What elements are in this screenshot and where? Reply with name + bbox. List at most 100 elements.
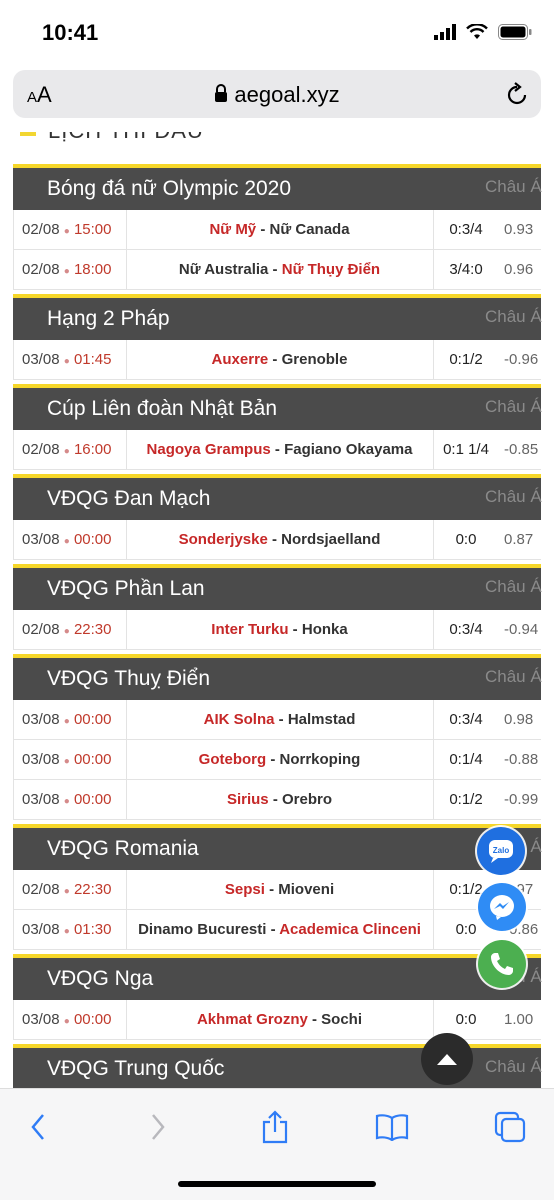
handicap: 0:1/4: [449, 751, 483, 768]
match-row[interactable]: 03/08 ● 01:45 Auxerre - Grenoble 0:1/2 -0.9…: [13, 340, 541, 380]
phone-button[interactable]: [478, 940, 526, 988]
match-date: 02/08: [22, 441, 60, 458]
address-bar[interactable]: AA aegoal.xyz: [13, 70, 541, 118]
league-region-label: Châu Á: [485, 577, 542, 596]
messenger-button[interactable]: [478, 883, 526, 931]
chevron-right-icon: [152, 1114, 165, 1140]
team-separator: -: [266, 751, 280, 768]
league-block: VĐQG RomaniaChâu Á 02/08 ● 22:30 Sepsi - M…: [13, 824, 542, 950]
match-teams[interactable]: Akhmat Grozny - Sochi: [126, 1011, 433, 1028]
column-divider: [433, 740, 434, 780]
match-teams[interactable]: Sirius - Orebro: [126, 791, 433, 808]
handicap: 0:1 1/4: [443, 441, 489, 458]
match-datetime: 02/08 ● 15:00: [22, 221, 111, 238]
match-teams[interactable]: Dinamo Bucuresti - Academica Clinceni: [126, 921, 433, 938]
match-row[interactable]: 03/08 ● 00:00 Goteborg - Norrkoping 0:1/4 -…: [13, 740, 541, 780]
handicap: 0:1/2: [449, 791, 483, 808]
dot-separator: ●: [63, 226, 70, 237]
away-team: Nữ Canada: [269, 221, 350, 238]
match-row[interactable]: 02/08 ● 16:00 Nagoya Grampus - Fagiano Ok…: [13, 430, 541, 470]
match-teams[interactable]: Nagoya Grampus - Fagiano Okayama: [126, 441, 433, 458]
odds: 0.93: [504, 221, 534, 238]
share-button[interactable]: [253, 1109, 297, 1145]
share-icon: [262, 1110, 288, 1144]
dot-separator: ●: [63, 1016, 70, 1027]
league-header[interactable]: VĐQG Đan Mạch Châu Á: [13, 474, 542, 520]
match-time: 00:00: [73, 711, 112, 728]
league-name: Cúp Liên đoàn Nhật Bản: [47, 397, 278, 420]
match-teams[interactable]: Nữ Mỹ - Nữ Canada: [126, 221, 433, 238]
match-teams[interactable]: Nữ Australia - Nữ Thụy Điển: [126, 261, 433, 278]
match-teams[interactable]: Auxerre - Grenoble: [126, 351, 433, 368]
away-team: Nữ Thụy Điển: [281, 261, 381, 278]
match-datetime: 02/08 ● 16:00: [22, 441, 111, 458]
match-datetime: 02/08 ● 22:30: [22, 621, 111, 638]
battery-icon: [498, 24, 532, 40]
league-name: VĐQG Thuỵ Điển: [47, 667, 211, 690]
match-teams[interactable]: Sonderjyske - Nordsjaelland: [126, 531, 433, 548]
column-divider: [433, 430, 434, 470]
tabs-button[interactable]: [488, 1109, 532, 1145]
league-header[interactable]: VĐQG Phần Lan Châu Á: [13, 564, 542, 610]
away-team: Nordsjaelland: [281, 531, 381, 548]
match-row[interactable]: 03/08 ● 01:30 Dinamo Bucuresti - Academic…: [13, 910, 541, 950]
handicap: 0:3/4: [449, 221, 483, 238]
team-separator: -: [264, 881, 279, 898]
league-header[interactable]: VĐQG Thuỵ Điển Châu Á: [13, 654, 542, 700]
match-row[interactable]: 02/08 ● 22:30 Inter Turku - Honka 0:3/4 -0.…: [13, 610, 541, 650]
url-display[interactable]: aegoal.xyz: [13, 82, 541, 108]
match-time: 16:00: [73, 441, 112, 458]
match-date: 02/08: [22, 621, 60, 638]
chevron-left-icon: [31, 1114, 44, 1140]
home-team: Inter Turku: [211, 621, 289, 638]
match-time: 00:00: [73, 791, 112, 808]
back-button[interactable]: [16, 1109, 60, 1145]
zalo-button[interactable]: Zalo: [477, 827, 525, 875]
section-marker: [20, 132, 36, 136]
svg-text:Zalo: Zalo: [493, 846, 510, 855]
signal-icon: [434, 24, 456, 40]
dot-separator: ●: [63, 266, 70, 277]
match-row[interactable]: 03/08 ● 00:00 Sirius - Orebro 0:1/2 -0.99: [13, 780, 541, 820]
home-team: Auxerre: [211, 351, 269, 368]
dot-separator: ●: [63, 756, 70, 767]
match-date: 02/08: [22, 261, 60, 278]
match-row[interactable]: 03/08 ● 00:00 AIK Solna - Halmstad 0:3/4 0.…: [13, 700, 541, 740]
forward-button[interactable]: [136, 1109, 180, 1145]
match-teams[interactable]: Sepsi - Mioveni: [126, 881, 433, 898]
match-time: 01:30: [73, 921, 112, 938]
reload-icon[interactable]: [505, 81, 529, 107]
match-teams[interactable]: AIK Solna - Halmstad: [126, 711, 433, 728]
match-datetime: 03/08 ● 01:30: [22, 921, 111, 938]
bookmarks-button[interactable]: [370, 1109, 414, 1145]
tabs-icon: [494, 1111, 526, 1143]
match-row[interactable]: 02/08 ● 15:00 Nữ Mỹ - Nữ Canada 0:3/4 0.93: [13, 210, 541, 250]
match-row[interactable]: 02/08 ● 22:30Sepsi - Mioveni0:1/20.97: [13, 870, 541, 910]
away-team: Orebro: [282, 791, 333, 808]
handicap: 0:0: [455, 1011, 477, 1028]
league-header[interactable]: Bóng đá nữ Olympic 2020 Châu Á: [13, 164, 542, 210]
odds: -0.94: [504, 621, 539, 638]
team-separator: -: [288, 621, 302, 638]
league-name: VĐQG Đan Mạch: [47, 487, 211, 510]
match-row[interactable]: 03/08 ● 00:00 Sonderjyske - Nordsjaelland…: [13, 520, 541, 560]
match-teams[interactable]: Goteborg - Norrkoping: [126, 751, 433, 768]
league-header[interactable]: Hạng 2 Pháp Châu Á: [13, 294, 542, 340]
team-separator: -: [256, 221, 270, 238]
league-header[interactable]: VĐQG NgaChâu Á: [13, 954, 542, 1000]
home-team: Sirius: [226, 791, 269, 808]
scroll-top-button[interactable]: [421, 1033, 473, 1085]
match-time: 18:00: [73, 261, 112, 278]
league-header[interactable]: Cúp Liên đoàn Nhật Bản Châu Á: [13, 384, 542, 430]
lock-icon: [215, 84, 228, 102]
league-block: Bóng đá nữ Olympic 2020 Châu Á 02/08 ● 15:…: [13, 164, 542, 290]
league-name: Hạng 2 Pháp: [47, 307, 170, 330]
match-row[interactable]: 03/08 ● 00:00 Akhmat Grozny - Sochi 0:0 1.0…: [13, 1000, 541, 1040]
match-teams[interactable]: Inter Turku - Honka: [126, 621, 433, 638]
status-time: 10:41: [42, 20, 99, 45]
league-header[interactable]: VĐQG RomaniaChâu Á: [13, 824, 542, 870]
match-row[interactable]: 02/08 ● 18:00 Nữ Australia - Nữ Thụy Điển…: [13, 250, 541, 290]
home-team: AIK Solna: [203, 711, 275, 728]
odds: 1.00: [504, 1011, 534, 1028]
column-divider: [433, 700, 434, 740]
